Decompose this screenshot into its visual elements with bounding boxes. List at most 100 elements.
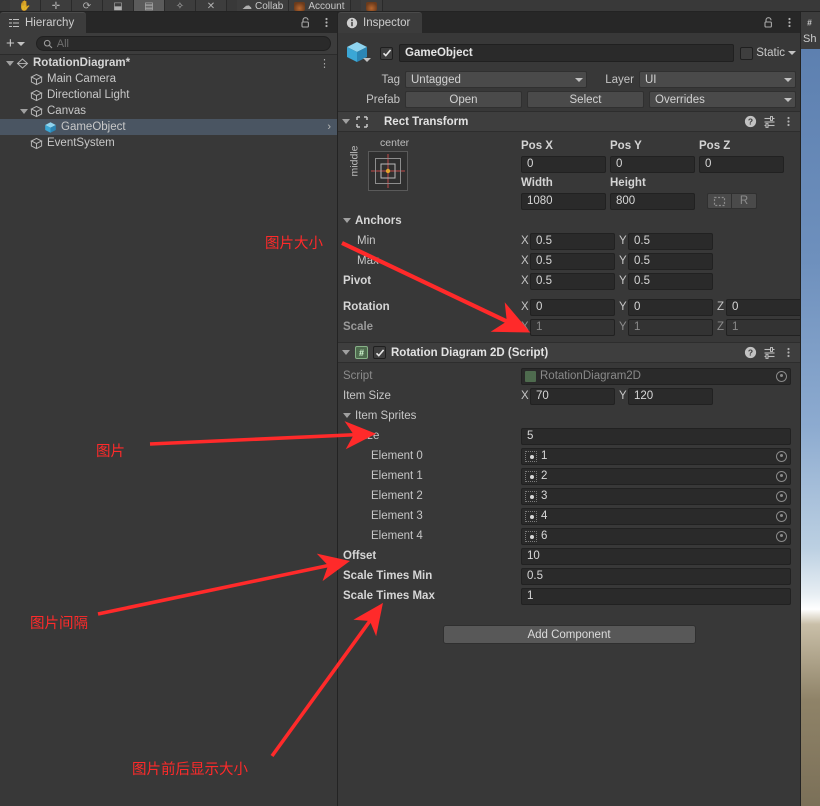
kebab-menu-icon[interactable]	[782, 115, 795, 128]
rotate-tool-button[interactable]: ⟳	[72, 0, 103, 11]
search-input[interactable]	[57, 38, 324, 50]
prefab-select-button[interactable]: Select	[527, 91, 644, 108]
anchor-min-x-field[interactable]: 0.5	[530, 233, 615, 250]
anchor-min-y-field[interactable]: 0.5	[628, 233, 713, 250]
lock-icon[interactable]	[299, 16, 312, 29]
kebab-menu-icon[interactable]	[783, 16, 796, 29]
array-size-field[interactable]: 5	[521, 428, 791, 445]
sprite-object-field[interactable]: 3	[521, 488, 791, 505]
static-checkbox[interactable]	[740, 47, 753, 60]
kebab-menu-icon[interactable]: ⋮	[319, 57, 330, 70]
chevron-down-icon[interactable]	[788, 51, 796, 55]
sprite-object-field[interactable]: 1	[521, 448, 791, 465]
sprite-value: 1	[541, 450, 772, 462]
hierarchy-icon	[8, 17, 20, 29]
pos-x-field[interactable]: 0	[521, 156, 606, 173]
sprite-object-field[interactable]: 4	[521, 508, 791, 525]
width-field[interactable]: 1080	[521, 193, 606, 210]
horizon-line	[801, 609, 820, 610]
component-header[interactable]: # Rotation Diagram 2D (Script) ?	[338, 343, 800, 363]
foldout-triangle-icon[interactable]	[342, 350, 350, 355]
create-object-button[interactable]: +	[6, 37, 25, 50]
object-picker-icon[interactable]	[776, 371, 787, 382]
scene-view-tab[interactable]: #	[801, 12, 820, 33]
property-value-field[interactable]: 10	[521, 548, 791, 565]
height-field[interactable]: 800	[610, 193, 695, 210]
object-picker-icon[interactable]	[776, 451, 787, 462]
gameobject-icon-dropdown[interactable]	[344, 39, 374, 67]
pivot-x-field[interactable]: 0.5	[530, 273, 615, 290]
rect-tool-button[interactable]: ▤	[134, 0, 165, 11]
component-enabled-checkbox[interactable]	[373, 346, 386, 359]
hierarchy-search[interactable]	[36, 36, 331, 51]
hierarchy-item-eventsystem[interactable]: EventSystem	[0, 135, 337, 151]
prefab-open-button[interactable]: Open	[405, 91, 522, 108]
blueprint-mode-button[interactable]	[707, 193, 732, 209]
property-value-field[interactable]: 1	[521, 588, 791, 605]
add-component-button[interactable]: Add Component	[443, 625, 696, 644]
pivot-y-field[interactable]: 0.5	[628, 273, 713, 290]
scale-x-field[interactable]: 1	[530, 319, 615, 336]
item-size-y-field[interactable]: 120	[628, 388, 713, 405]
component-header[interactable]: Rect Transform ?	[338, 112, 800, 132]
kebab-menu-icon[interactable]	[782, 346, 795, 359]
foldout-toggle[interactable]	[4, 61, 16, 66]
property-value-field[interactable]: 0.5	[521, 568, 791, 585]
anchors-foldout-row[interactable]: Anchors	[343, 211, 795, 231]
preset-icon[interactable]	[763, 115, 776, 128]
rotation-z-field[interactable]: 0	[726, 299, 800, 316]
kebab-menu-icon[interactable]	[320, 16, 333, 29]
enabled-checkbox[interactable]	[380, 47, 393, 60]
pos-y-field[interactable]: 0	[610, 156, 695, 173]
hierarchy-item-gameobject[interactable]: GameObject›	[0, 119, 337, 135]
scale-y-field[interactable]: 1	[628, 319, 713, 336]
move-tool-button[interactable]: ✛	[41, 0, 72, 11]
object-picker-icon[interactable]	[776, 491, 787, 502]
scale-z-field[interactable]: 1	[726, 319, 800, 336]
anchor-preset-widget[interactable]: center middle	[343, 137, 521, 199]
tab-inspector[interactable]: Inspector	[338, 12, 422, 33]
tag-dropdown[interactable]: Untagged	[405, 71, 587, 88]
layer-dropdown[interactable]: UI	[639, 71, 796, 88]
pos-z-field[interactable]: 0	[699, 156, 784, 173]
anchor-max-x-field[interactable]: 0.5	[530, 253, 615, 270]
item-size-x-field[interactable]: 70	[530, 388, 615, 405]
object-picker-icon[interactable]	[776, 531, 787, 542]
tab-hierarchy[interactable]: Hierarchy	[0, 12, 86, 33]
rotation-y-field[interactable]: 0	[628, 299, 713, 316]
script-object-field[interactable]: RotationDiagram2D	[521, 368, 791, 385]
foldout-triangle-icon[interactable]	[342, 119, 350, 124]
preset-icon[interactable]	[763, 346, 776, 359]
foldout-triangle-icon[interactable]	[343, 413, 351, 418]
raw-edit-button[interactable]: R	[732, 193, 757, 209]
account-button[interactable]: Account	[289, 0, 350, 11]
hierarchy-item-directional-light[interactable]: Directional Light	[0, 87, 337, 103]
foldout-toggle[interactable]	[18, 109, 30, 114]
prefab-overrides-dropdown[interactable]: Overrides	[649, 91, 796, 108]
help-icon[interactable]: ?	[744, 346, 757, 359]
help-icon[interactable]: ?	[744, 115, 757, 128]
object-picker-icon[interactable]	[776, 471, 787, 482]
sprite-object-field[interactable]: 2	[521, 468, 791, 485]
hand-tool-button[interactable]: ✋	[10, 0, 41, 11]
object-picker-icon[interactable]	[776, 511, 787, 522]
custom-tool-button[interactable]: ✕	[196, 0, 227, 11]
hierarchy-item-main-camera[interactable]: Main Camera	[0, 71, 337, 87]
object-name-input[interactable]	[405, 47, 728, 59]
layers-button[interactable]	[361, 0, 383, 11]
chevron-right-icon[interactable]: ›	[327, 121, 331, 133]
rotation-x-field[interactable]: 0	[530, 299, 615, 316]
anchor-preset-box[interactable]	[368, 151, 408, 191]
hierarchy-item-rotationdiagram[interactable]: RotationDiagram*⋮	[0, 55, 337, 71]
scene-view-canvas[interactable]	[801, 49, 820, 806]
transform-tool-button[interactable]: ✧	[165, 0, 196, 11]
item-sprites-foldout-row[interactable]: Item Sprites	[343, 406, 795, 426]
scale-tool-button[interactable]: ⬓	[103, 0, 134, 11]
lock-icon[interactable]	[762, 16, 775, 29]
foldout-triangle-icon[interactable]	[343, 218, 351, 223]
hierarchy-item-canvas[interactable]: Canvas	[0, 103, 337, 119]
anchor-max-y-field[interactable]: 0.5	[628, 253, 713, 270]
object-name-field[interactable]	[399, 44, 734, 62]
collab-button[interactable]: ☁ Collab	[237, 0, 289, 11]
sprite-object-field[interactable]: 6	[521, 528, 791, 545]
